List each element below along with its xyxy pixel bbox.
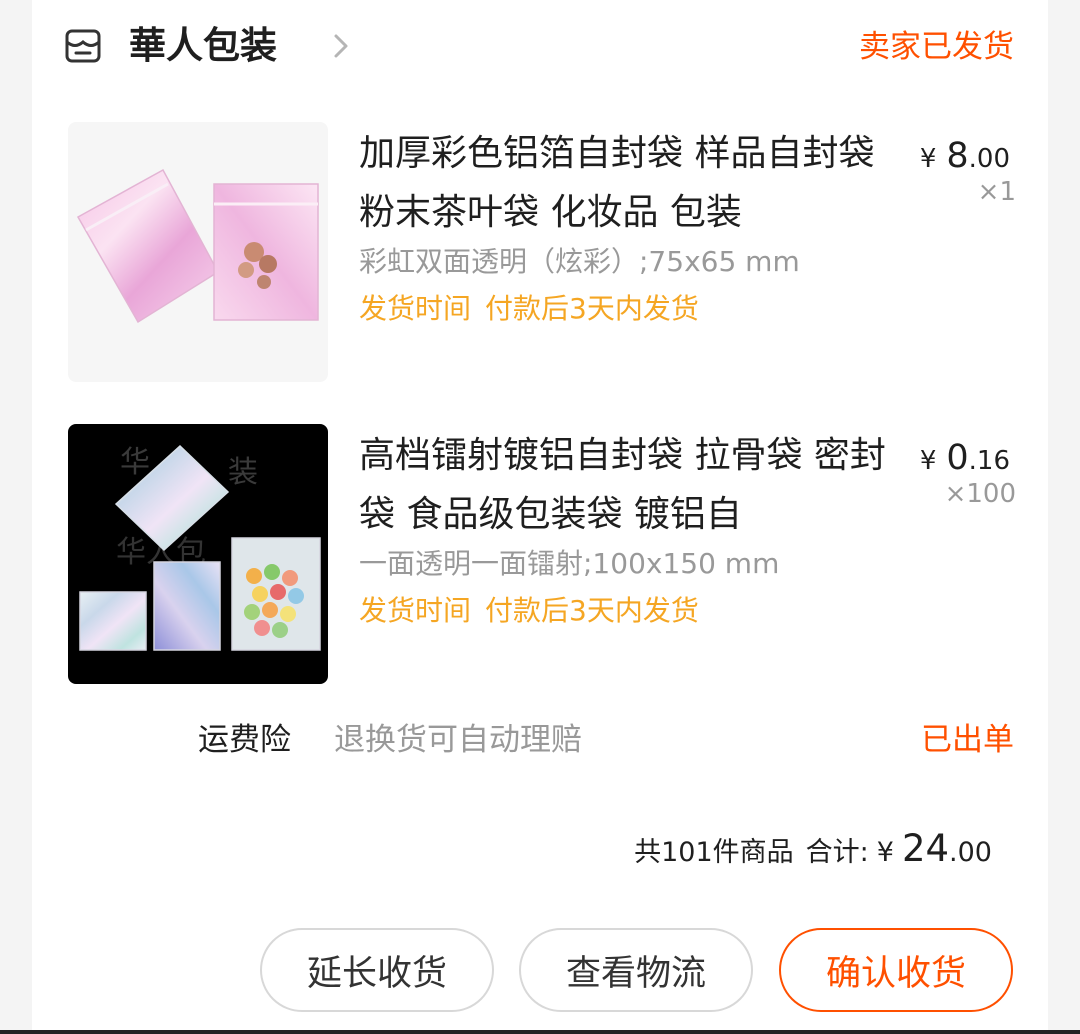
product-quantity: ×100 <box>944 479 1016 509</box>
shop-header[interactable]: 華人包装 卖家已发货 <box>32 0 1048 96</box>
store-icon <box>65 29 101 63</box>
shipping-insurance-row[interactable]: 运费险 退换货可自动理赔 已出单 <box>32 712 1048 768</box>
insurance-label: 运费险 <box>198 722 291 758</box>
screen-bottom-edge <box>0 1030 1080 1034</box>
order-item[interactable]: 华 装 华人包 高档镭射镀铝自封袋 拉骨袋 密封袋 食品级包装袋 镀铝自 一面透… <box>32 420 1048 690</box>
order-item[interactable]: 加厚彩色铝箔自封袋 样品自封袋 粉末茶叶袋 化妆品 包装 彩虹双面透明（炫彩）;… <box>32 118 1048 388</box>
currency-symbol: ¥ <box>876 837 894 868</box>
price-decimal: .16 <box>968 446 1010 476</box>
shipping-value: 付款后3天内发货 <box>485 594 699 627</box>
product-title[interactable]: 加厚彩色铝箔自封袋 样品自封袋 粉末茶叶袋 化妆品 包装 <box>359 124 899 242</box>
currency-symbol: ¥ <box>919 144 937 174</box>
shipping-time: 发货时间 付款后3天内发货 <box>359 289 699 329</box>
extend-receipt-button[interactable]: 延长收货 <box>260 928 494 1012</box>
order-status: 卖家已发货 <box>859 29 1014 65</box>
shipping-label: 发货时间 <box>359 292 472 325</box>
view-logistics-button[interactable]: 查看物流 <box>519 928 753 1012</box>
shipping-time: 发货时间 付款后3天内发货 <box>359 591 699 631</box>
insurance-description: 退换货可自动理赔 <box>334 722 582 758</box>
shipping-label: 发货时间 <box>359 594 472 627</box>
watermark-text: 装 <box>228 455 258 490</box>
currency-symbol: ¥ <box>919 446 937 476</box>
product-image[interactable] <box>68 122 328 382</box>
total-label: 合计: <box>805 837 869 868</box>
total-integer: 24 <box>901 827 950 870</box>
price-integer: 8 <box>946 136 969 176</box>
order-card: 華人包装 卖家已发货 加厚彩色铝箔自封袋 样品自封袋 粉末茶叶袋 化妆品 包装 … <box>32 0 1048 1034</box>
price-integer: 0 <box>946 438 969 478</box>
order-summary: 共101件商品 合计: ¥24.00 <box>634 824 992 881</box>
product-title[interactable]: 高档镭射镀铝自封袋 拉骨袋 密封袋 食品级包装袋 镀铝自 <box>359 426 899 544</box>
shipping-value: 付款后3天内发货 <box>485 292 699 325</box>
product-spec: 彩虹双面透明（炫彩）;75x65 mm <box>359 245 800 278</box>
insurance-status: 已出单 <box>921 722 1014 758</box>
confirm-receipt-button[interactable]: 确认收货 <box>779 928 1013 1012</box>
chevron-right-icon <box>334 34 348 58</box>
total-decimal: .00 <box>949 837 992 868</box>
shop-name[interactable]: 華人包装 <box>129 20 277 72</box>
price-decimal: .00 <box>968 144 1010 174</box>
product-image[interactable]: 华 装 华人包 <box>68 424 328 684</box>
watermark-text: 华 <box>120 445 150 480</box>
product-quantity: ×1 <box>977 177 1016 207</box>
product-spec: 一面透明一面镭射;100x150 mm <box>359 547 780 580</box>
item-count: 共101件商品 <box>634 837 794 868</box>
